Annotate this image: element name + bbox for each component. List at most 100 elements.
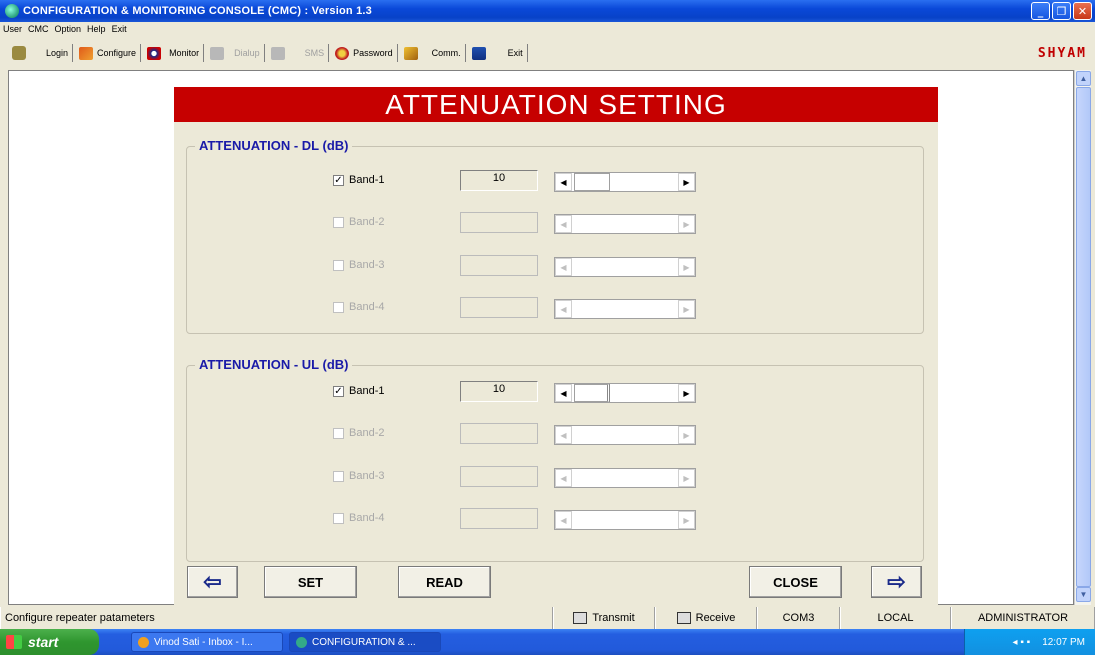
scroll-thumb[interactable]	[1076, 87, 1091, 587]
status-mode: LOCAL	[840, 607, 951, 629]
back-arrow-button[interactable]: ⇦	[187, 566, 238, 598]
close-button[interactable]: CLOSE	[749, 566, 842, 598]
start-label: start	[28, 634, 59, 650]
taskbar-item-inbox[interactable]: Vinod Sati - Inbox - I...	[131, 632, 283, 652]
next-arrow-button[interactable]: ⇨	[871, 566, 922, 598]
maximize-button[interactable]: ❐	[1052, 2, 1071, 20]
toolbar-exit[interactable]: Exit	[468, 44, 528, 62]
slider-left-arrow-icon[interactable]: ◀	[555, 511, 572, 529]
ul-band-4-slider[interactable]: ◀ ▶	[554, 510, 696, 530]
vertical-scrollbar[interactable]: ▲ ▼	[1074, 70, 1091, 605]
slider-right-arrow-icon[interactable]: ▶	[678, 173, 695, 191]
toolbar-monitor[interactable]: Monitor	[143, 44, 205, 62]
slider-left-arrow-icon[interactable]: ◀	[555, 173, 572, 191]
comm-icon	[403, 46, 418, 60]
toolbar-sms-label: SMS	[304, 48, 325, 58]
status-port: COM3	[757, 607, 840, 629]
toolbar-monitor-label: Monitor	[169, 48, 200, 58]
ul-group-label: ATTENUATION - UL (dB)	[195, 357, 353, 372]
dl-band-3-slider[interactable]: ◀ ▶	[554, 257, 696, 277]
toolbar-password[interactable]: Password	[331, 44, 398, 62]
ul-band-1-slider-thumb[interactable]	[574, 384, 610, 402]
dl-band-1-slider-thumb[interactable]	[574, 173, 610, 191]
dl-band-4-checkbox[interactable]: Band-4	[333, 301, 384, 313]
slider-right-arrow-icon[interactable]: ▶	[678, 215, 695, 233]
computer-icon	[573, 612, 588, 624]
ul-band-1-slider[interactable]: ◀ ▶	[554, 383, 696, 403]
ul-band-2-label: Band-2	[349, 427, 385, 439]
slider-right-arrow-icon[interactable]: ▶	[678, 384, 695, 402]
ul-band-3-slider[interactable]: ◀ ▶	[554, 468, 696, 488]
status-transmit: Transmit	[553, 607, 655, 629]
ul-band-1-row: ✓ Band-1 10 ◀ ▶	[187, 381, 925, 405]
transmit-label: Transmit	[592, 612, 635, 624]
toolbar-password-label: Password	[353, 48, 393, 58]
toolbar-login[interactable]: Login	[42, 44, 74, 62]
start-button[interactable]: start	[0, 629, 99, 655]
slider-left-arrow-icon[interactable]: ◀	[555, 469, 572, 487]
scroll-up-icon[interactable]: ▲	[1076, 71, 1091, 86]
dl-band-3-label: Band-3	[349, 259, 385, 271]
ul-band-1-checkbox[interactable]: ✓ Band-1	[333, 385, 384, 397]
menu-cmc[interactable]: CMC	[28, 24, 49, 34]
toolbar: Login Configure Monitor Dialup SMS Passw…	[0, 36, 1095, 70]
menu-help[interactable]: Help	[87, 24, 106, 34]
ul-band-4-checkbox[interactable]: Band-4	[333, 512, 384, 524]
menu-option[interactable]: Option	[55, 24, 82, 34]
sms-icon	[270, 46, 285, 60]
checkbox-icon	[333, 427, 344, 439]
slider-right-arrow-icon[interactable]: ▶	[678, 469, 695, 487]
ul-band-2-slider[interactable]: ◀ ▶	[554, 425, 696, 445]
back-arrow-icon: ⇦	[203, 569, 222, 594]
slider-right-arrow-icon[interactable]: ▶	[678, 258, 695, 276]
ul-band-2-checkbox[interactable]: Band-2	[333, 427, 384, 439]
tray-icons[interactable]: ◂ ▪ ▪	[1013, 637, 1031, 648]
toolbar-dialup-label: Dialup	[234, 48, 260, 58]
menu-user[interactable]: User	[3, 24, 22, 34]
read-button[interactable]: READ	[398, 566, 491, 598]
toolbar-sms[interactable]: SMS	[267, 44, 330, 62]
taskbar-item-configuration[interactable]: CONFIGURATION & ...	[289, 632, 441, 652]
checkbox-icon	[333, 216, 344, 228]
dl-band-2-slider[interactable]: ◀ ▶	[554, 214, 696, 234]
attenuation-ul-group: ATTENUATION - UL (dB) ✓ Band-1 10 ◀ ▶ Ba…	[186, 357, 925, 562]
ul-band-2-value	[460, 423, 538, 444]
slider-right-arrow-icon[interactable]: ▶	[678, 426, 695, 444]
status-receive: Receive	[655, 607, 757, 629]
ul-band-4-label: Band-4	[349, 512, 385, 524]
menu-bar: User CMC Option Help Exit	[0, 22, 1095, 36]
slider-right-arrow-icon[interactable]: ▶	[678, 300, 695, 318]
menu-exit[interactable]: Exit	[112, 24, 127, 34]
dl-band-2-checkbox[interactable]: Band-2	[333, 216, 384, 228]
status-bar: Configure repeater patameters Transmit R…	[0, 607, 1095, 629]
slider-left-arrow-icon[interactable]: ◀	[555, 384, 572, 402]
status-message: Configure repeater patameters	[0, 607, 553, 629]
close-window-button[interactable]: ✕	[1073, 2, 1092, 20]
system-tray: ◂ ▪ ▪ 12:07 PM	[964, 629, 1095, 655]
dl-band-4-slider[interactable]: ◀ ▶	[554, 299, 696, 319]
toolbar-dialup[interactable]: Dialup	[206, 44, 265, 62]
dl-band-1-value: 10	[460, 170, 538, 191]
toolbar-exit-label: Exit	[507, 48, 523, 58]
set-button[interactable]: SET	[264, 566, 357, 598]
toolbar-configure[interactable]: Configure	[75, 44, 142, 62]
slider-right-arrow-icon[interactable]: ▶	[678, 511, 695, 529]
dl-band-1-slider[interactable]: ◀ ▶	[554, 172, 696, 192]
dl-group-label: ATTENUATION - DL (dB)	[195, 138, 353, 153]
dl-band-3-checkbox[interactable]: Band-3	[333, 259, 384, 271]
ul-band-3-checkbox[interactable]: Band-3	[333, 470, 384, 482]
minimize-button[interactable]: _	[1031, 2, 1050, 20]
checkbox-checked-icon: ✓	[333, 174, 344, 186]
toolbar-comm-label: Comm.	[431, 48, 461, 58]
slider-left-arrow-icon[interactable]: ◀	[555, 258, 572, 276]
slider-left-arrow-icon[interactable]: ◀	[555, 426, 572, 444]
dl-band-2-value	[460, 212, 538, 233]
dl-band-2-row: Band-2 ◀ ▶	[187, 212, 925, 236]
taskbar-inbox-label: Vinod Sati - Inbox - I...	[154, 636, 253, 648]
clock: 12:07 PM	[1042, 636, 1085, 648]
scroll-down-icon[interactable]: ▼	[1076, 587, 1091, 602]
dl-band-1-checkbox[interactable]: ✓ Band-1	[333, 174, 384, 186]
toolbar-comm[interactable]: Comm.	[400, 44, 466, 62]
slider-left-arrow-icon[interactable]: ◀	[555, 215, 572, 233]
slider-left-arrow-icon[interactable]: ◀	[555, 300, 572, 318]
